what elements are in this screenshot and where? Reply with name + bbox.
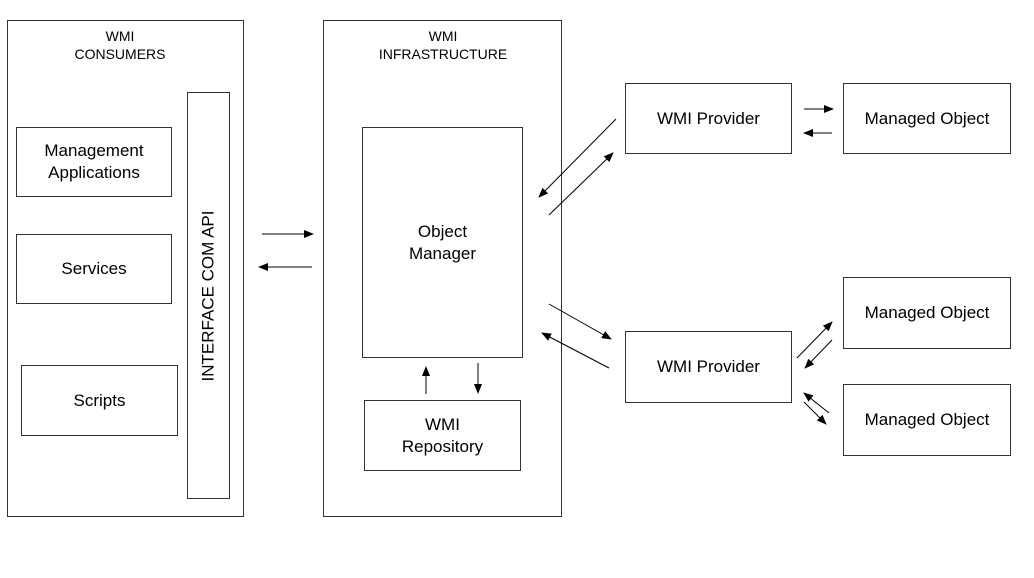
arrow-provider2-to-mo3 [803, 401, 827, 425]
arrow-provider2-to-om [541, 332, 610, 369]
arrow-mo3-to-provider2 [803, 392, 830, 414]
connector-arrows [258, 105, 834, 425]
arrow-om-to-provider2 [548, 303, 612, 340]
arrow-mo2-to-provider2 [804, 339, 833, 369]
arrow-om-to-provider1 [548, 152, 614, 216]
arrow-provider1-to-om [538, 118, 617, 198]
arrow-provider2-to-mo2 [796, 321, 833, 359]
